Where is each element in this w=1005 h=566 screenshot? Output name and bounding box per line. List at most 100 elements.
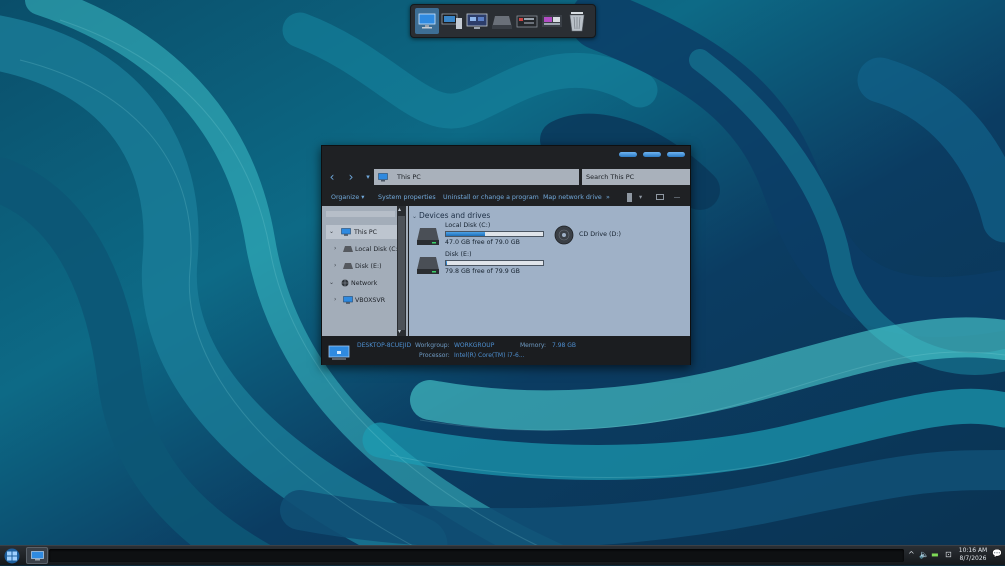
monitor-icon <box>466 13 488 29</box>
clock[interactable]: 10:16 AM 8/7/2026 <box>955 547 991 563</box>
uninstall-program-button[interactable]: Uninstall or change a program <box>443 194 539 201</box>
view-options-chevron-icon[interactable]: ▾ <box>639 194 642 201</box>
explorer-window: ‹ › ▾ This PC Search This PC Organize ▾ … <box>321 145 691 365</box>
command-bar: Organize ▾ System properties Uninstall o… <box>322 190 690 206</box>
search-input[interactable]: Search This PC <box>582 169 690 185</box>
nav-item-network[interactable]: ⌄ Network <box>326 276 397 290</box>
dock <box>410 4 596 38</box>
memory-value: 7.98 GB <box>552 342 577 349</box>
chevron-left-icon: ‹ <box>329 170 335 184</box>
workgroup-label: Workgroup: <box>415 342 450 349</box>
more-commands-button[interactable]: » <box>606 194 610 201</box>
drive-usage-fill <box>446 261 447 265</box>
start-button[interactable] <box>3 548 21 564</box>
settings-panel-icon <box>516 15 538 28</box>
network-icon[interactable]: ⊡ <box>945 550 952 559</box>
this-pc-icon <box>328 345 350 360</box>
nav-pane-scrollbar[interactable]: ▴ ▾ <box>397 206 406 336</box>
scroll-up-icon[interactable]: ▴ <box>398 206 401 213</box>
nav-item-label: This PC <box>354 228 378 236</box>
address-bar[interactable]: This PC <box>374 169 579 185</box>
details-pane: DESKTOP-8CUEJID Workgroup: WORKGROUP Mem… <box>322 336 690 365</box>
computer-name: DESKTOP-8CUEJID <box>357 342 412 349</box>
processor-value: Intel(R) Core(TM) i7-6... <box>454 352 525 359</box>
cd-drive-icon <box>554 225 574 245</box>
processor-label: Processor: <box>419 352 450 359</box>
nav-item-label: VBOXSVR <box>355 296 386 304</box>
minimize-button[interactable] <box>619 152 637 157</box>
drive-name: Local Disk (C:) <box>445 222 491 229</box>
address-text: This PC <box>397 173 421 181</box>
drive-free-space: 79.8 GB free of 79.9 GB <box>445 268 520 275</box>
drive-free-space: 47.0 GB free of 79.0 GB <box>445 239 520 246</box>
computer-icon <box>441 13 462 29</box>
chevron-right-icon: › <box>348 170 354 184</box>
chevron-down-icon: ⌄ <box>412 213 419 220</box>
this-pc-icon <box>378 172 388 181</box>
taskbar-explorer-button[interactable] <box>26 547 48 564</box>
nav-item-label: Network <box>351 279 378 287</box>
windows-logo-icon <box>4 548 20 564</box>
dock-item-recycle-bin[interactable] <box>565 8 589 34</box>
scroll-down-icon[interactable]: ▾ <box>398 328 401 335</box>
this-pc-icon <box>418 13 436 29</box>
change-view-icon[interactable] <box>627 193 632 202</box>
content-pane: ⌄ Devices and drives Local Disk (C:) 47.… <box>409 206 690 336</box>
organize-menu[interactable]: Organize ▾ <box>331 194 364 201</box>
nav-item-disk-e[interactable]: › Disk (E:) <box>326 259 397 273</box>
this-pc-icon <box>31 551 44 561</box>
dock-item-this-pc[interactable] <box>415 8 439 34</box>
nav-item-vboxsvr[interactable]: › VBOXSVR <box>326 293 397 307</box>
memory-label: Memory: <box>520 342 546 349</box>
nav-pane-scroll-top <box>326 211 395 217</box>
close-button[interactable] <box>667 152 685 157</box>
dock-item-monitor[interactable] <box>465 8 489 34</box>
taskbar: ^ 🔈 ▬ ⊡ 10:16 AM 8/7/2026 💬 <box>0 545 1005 565</box>
drive-icon <box>343 246 353 252</box>
hard-drive-icon <box>492 16 512 29</box>
preview-pane-icon[interactable] <box>656 194 664 200</box>
taskbar-window-well <box>49 549 904 562</box>
drive-usage-bar <box>445 260 544 266</box>
dock-item-computer[interactable] <box>440 8 464 34</box>
show-hidden-icons-chevron-icon[interactable]: ^ <box>908 550 915 559</box>
drive-tile-e[interactable]: Disk (E:) 79.8 GB free of 79.9 GB <box>416 251 551 278</box>
notification-icon[interactable]: 💬 <box>992 549 1002 558</box>
recent-locations-button[interactable]: ▾ <box>361 170 375 184</box>
back-button[interactable]: ‹ <box>325 170 339 184</box>
volume-icon[interactable]: 🔈 <box>919 550 929 559</box>
group-header[interactable]: ⌄ Devices and drives <box>412 211 490 220</box>
dock-item-hardware[interactable] <box>540 8 564 34</box>
maximize-button[interactable] <box>643 152 661 157</box>
drive-name: CD Drive (D:) <box>579 231 621 238</box>
expanded-chevron-icon: ⌄ <box>329 228 335 235</box>
battery-icon[interactable]: ▬ <box>931 550 939 559</box>
clock-time: 10:16 AM <box>958 547 988 554</box>
nav-item-this-pc[interactable]: ⌄ This PC <box>326 225 397 239</box>
forward-button[interactable]: › <box>344 170 358 184</box>
recycle-bin-icon <box>569 12 585 32</box>
drive-tile-cd[interactable]: CD Drive (D:) <box>554 225 649 247</box>
nav-item-label: Local Disk (C:) <box>355 245 401 253</box>
nav-item-local-disk-c[interactable]: › Local Disk (C:) <box>326 242 401 256</box>
dock-item-hard-drive[interactable] <box>490 8 514 34</box>
collapsed-chevron-icon: › <box>334 296 337 303</box>
drive-tile-c[interactable]: Local Disk (C:) 47.0 GB free of 79.0 GB <box>416 222 551 249</box>
scrollbar-thumb[interactable] <box>398 216 405 330</box>
help-icon[interactable] <box>674 197 680 198</box>
drive-usage-bar <box>445 231 544 237</box>
drive-icon <box>417 228 439 245</box>
hardware-icon <box>542 15 562 27</box>
drive-icon <box>417 257 439 274</box>
title-bar[interactable] <box>322 146 690 166</box>
system-properties-button[interactable]: System properties <box>378 194 436 201</box>
workgroup-value: WORKGROUP <box>454 342 495 349</box>
collapsed-chevron-icon: › <box>334 262 337 269</box>
drive-usage-fill <box>446 232 486 236</box>
this-pc-icon <box>341 228 351 236</box>
map-network-drive-button[interactable]: Map network drive <box>543 194 602 201</box>
dock-item-settings-panel[interactable] <box>515 8 539 34</box>
network-share-icon <box>343 296 353 304</box>
group-header-label: Devices and drives <box>418 211 491 220</box>
clock-date: 8/7/2026 <box>959 555 987 562</box>
